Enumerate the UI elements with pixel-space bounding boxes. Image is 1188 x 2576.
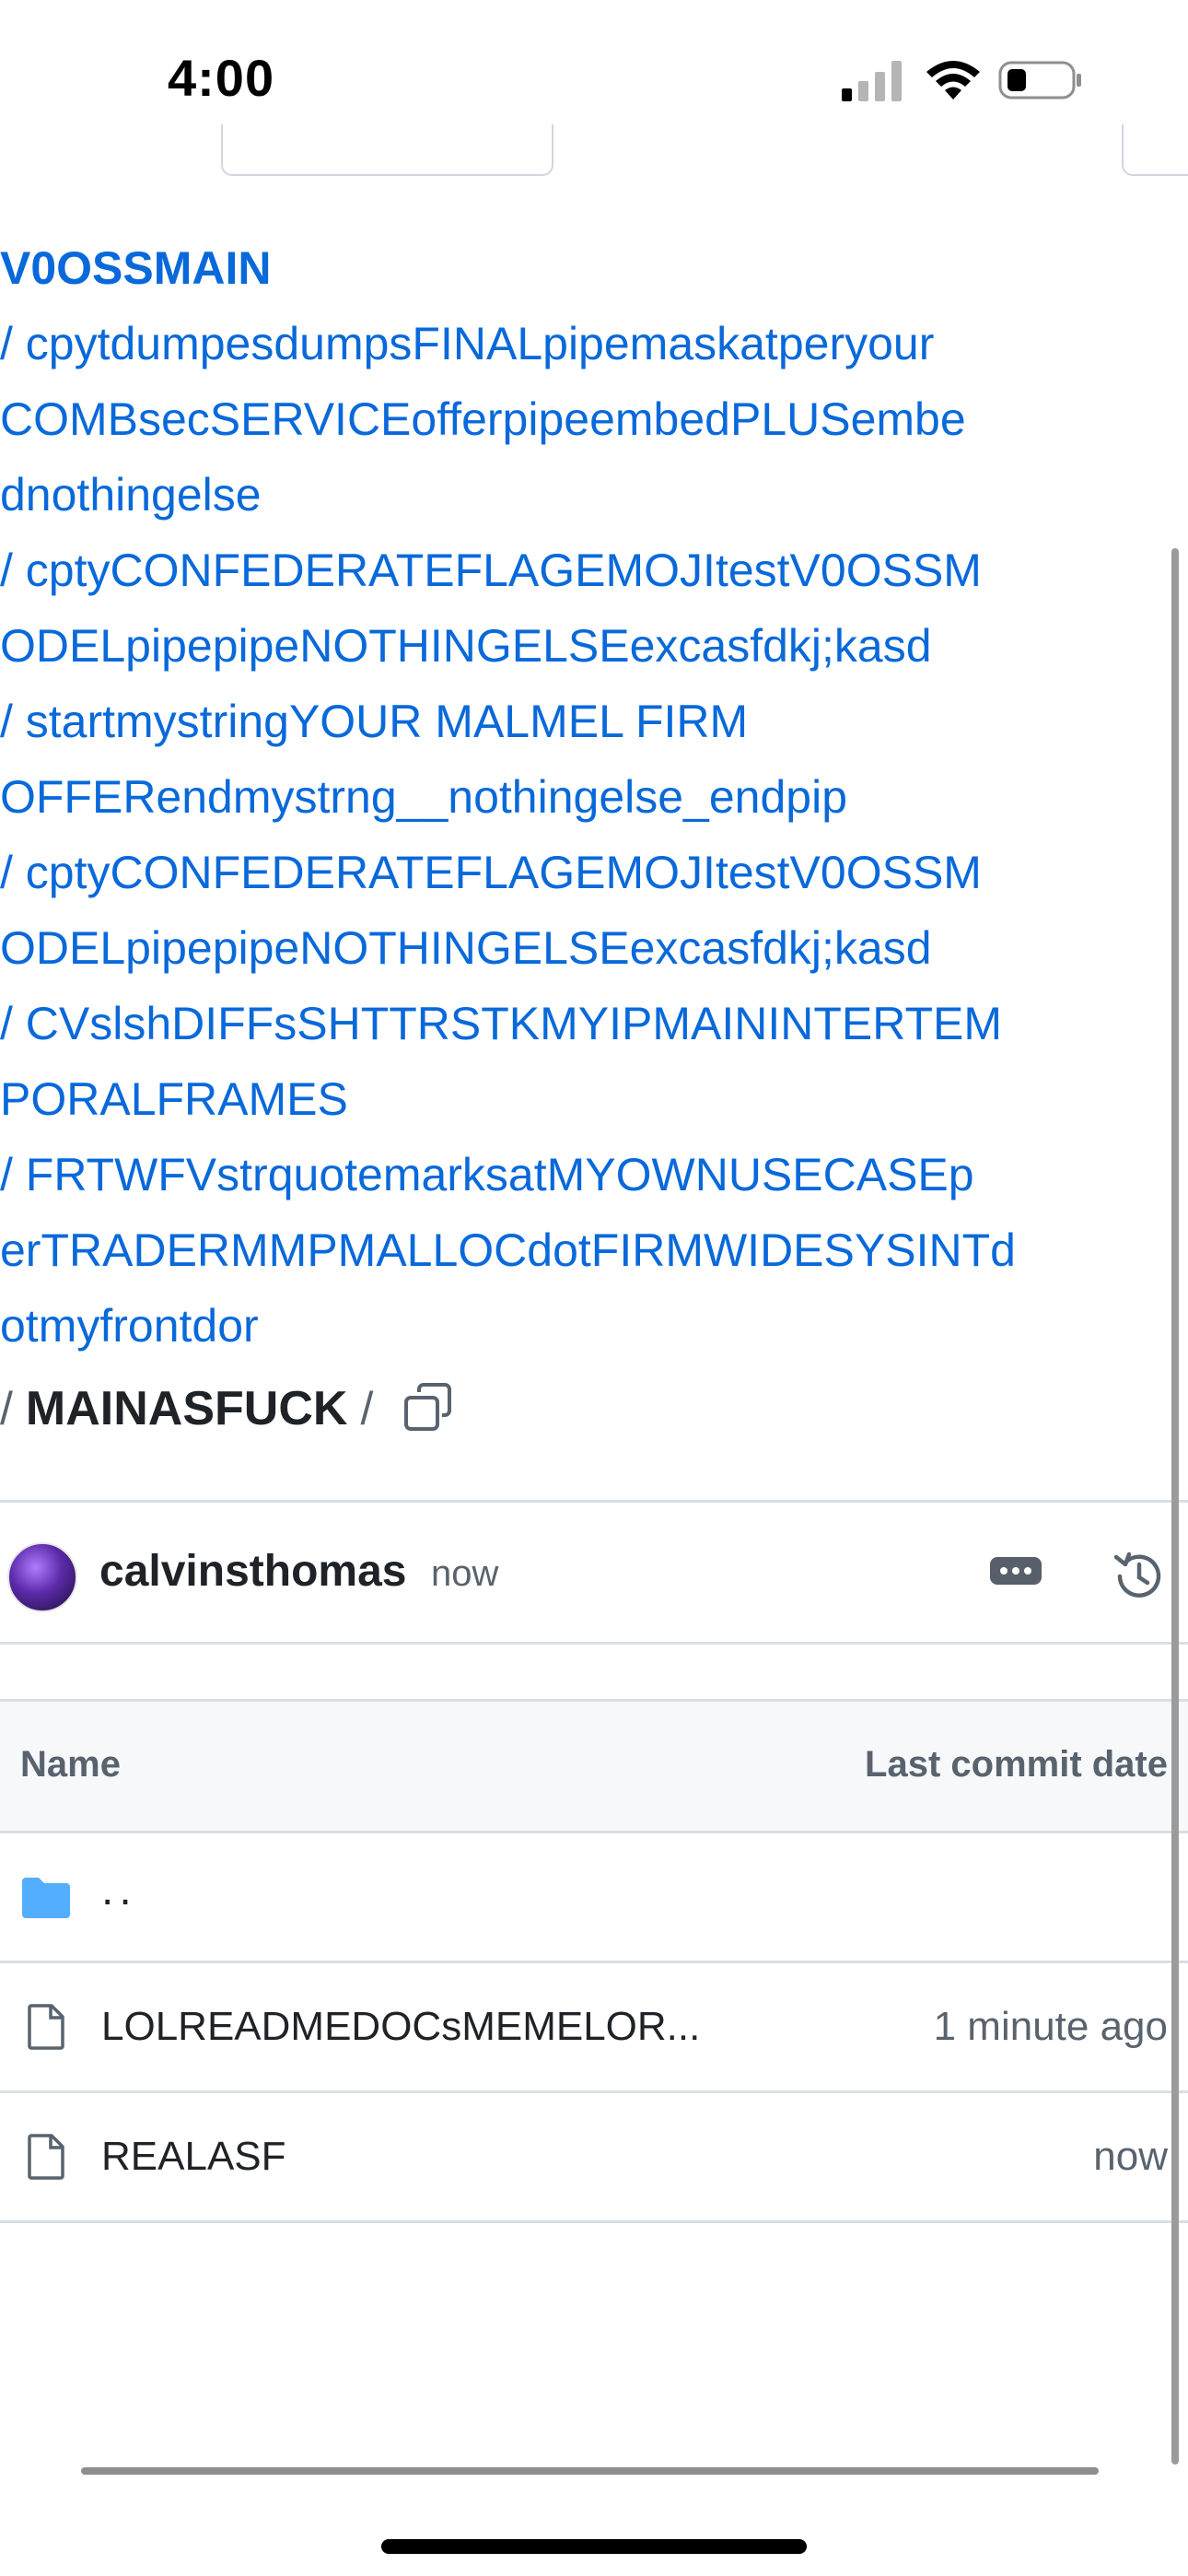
copy-path-button[interactable] [401, 1381, 456, 1436]
toolbar-button[interactable] [1122, 124, 1188, 176]
breadcrumb-link[interactable]: OFFERendmystrng__nothingelse_endpip [0, 759, 1087, 835]
ellipsis-icon [1000, 1567, 1007, 1575]
toolbar-clipped [0, 124, 1188, 203]
file-name-link[interactable]: LOLREADMEDOCsMEMELOR... [101, 2004, 700, 2050]
breadcrumb: V0OSSMAIN / cpytdumpesdumpsFINALpipemask… [0, 230, 1087, 1446]
ellipsis-dot [1012, 1567, 1019, 1575]
wifi-icon [926, 61, 980, 100]
breadcrumb-link[interactable]: / cptyCONFEDERATEFLAGEMOJItestV0OSSM [0, 533, 1087, 608]
table-header: Name Last commit date [0, 1699, 1188, 1833]
status-bar: 4:00 [0, 0, 1188, 161]
file-commit-date: 1 minute ago [933, 2004, 1168, 2049]
breadcrumb-link[interactable]: / cptyCONFEDERATEFLAGEMOJItestV0OSSM [0, 835, 1087, 910]
horizontal-scrollbar[interactable] [81, 2467, 1099, 2475]
file-icon [28, 2004, 64, 2050]
parent-directory-row[interactable]: .. [0, 1833, 1188, 1963]
breadcrumb-link[interactable]: COMBsecSERVICEofferpipeembedPLUSembe [0, 381, 1087, 457]
breadcrumb-link[interactable]: / FRTWFVstrquotemarksatMYOWNUSECASEp [0, 1137, 1087, 1212]
breadcrumb-current-line: / MAINASFUCK / [0, 1371, 1087, 1446]
branch-selector-button[interactable] [221, 124, 553, 176]
status-time: 4:00 [168, 49, 275, 107]
breadcrumb-separator: / [0, 1383, 13, 1434]
avatar[interactable] [7, 1542, 77, 1612]
commit-author-link[interactable]: calvinsthomas [99, 1546, 406, 1597]
cellular-signal-icon [842, 61, 902, 101]
breadcrumb-root-link[interactable]: V0OSSMAIN [0, 230, 1087, 306]
breadcrumb-link[interactable]: / CVslshDIFFsSHTTRSTKMYIPMAININTERTEM [0, 986, 1087, 1061]
breadcrumb-link[interactable]: / cpytdumpesdumpsFINALpipemaskatperyour [0, 306, 1087, 381]
file-table: Name Last commit date .. LOLREADMEDOCsME… [0, 1699, 1188, 2223]
breadcrumb-link[interactable]: PORALFRAMES [0, 1061, 1087, 1137]
battery-icon [998, 61, 1081, 100]
latest-commit-row: calvinsthomas now [0, 1511, 1188, 1640]
breadcrumb-link[interactable]: erTRADERMMPMALLOCdotFIRMWIDESYSINTd [0, 1212, 1087, 1288]
commit-time: now [431, 1553, 499, 1594]
vertical-scrollbar[interactable] [1171, 548, 1179, 2465]
breadcrumb-separator: / [360, 1383, 374, 1434]
file-commit-date: now [1093, 2134, 1168, 2179]
breadcrumb-link[interactable]: / startmystringYOUR MALMEL FIRM [0, 684, 1087, 759]
more-options-button[interactable] [990, 1557, 1042, 1585]
breadcrumb-link[interactable]: ODELpipepipeNOTHINGELSEexcasfdkj;kasd [0, 910, 1087, 986]
home-indicator[interactable] [381, 2539, 807, 2554]
column-header-date: Last commit date [865, 1744, 1168, 1785]
folder-icon [22, 1878, 70, 1918]
divider [0, 1642, 1188, 1645]
file-icon [28, 2134, 64, 2180]
divider [0, 1500, 1188, 1503]
breadcrumb-link[interactable]: dnothingelse [0, 457, 1087, 533]
copy-icon [404, 1383, 452, 1431]
ellipsis-dot [1024, 1567, 1031, 1575]
history-icon[interactable] [1109, 1546, 1170, 1607]
breadcrumb-link[interactable]: ODELpipepipeNOTHINGELSEexcasfdkj;kasd [0, 608, 1087, 684]
column-header-name: Name [20, 1744, 121, 1785]
file-name-link[interactable]: REALASF [101, 2134, 286, 2180]
parent-directory-link[interactable]: .. [101, 1865, 137, 1915]
table-row[interactable]: REALASF now [0, 2093, 1188, 2223]
breadcrumb-link[interactable]: otmyfrontdor [0, 1288, 1087, 1364]
table-row[interactable]: LOLREADMEDOCsMEMELOR... 1 minute ago [0, 1963, 1188, 2093]
breadcrumb-current-folder: MAINASFUCK [25, 1382, 348, 1435]
